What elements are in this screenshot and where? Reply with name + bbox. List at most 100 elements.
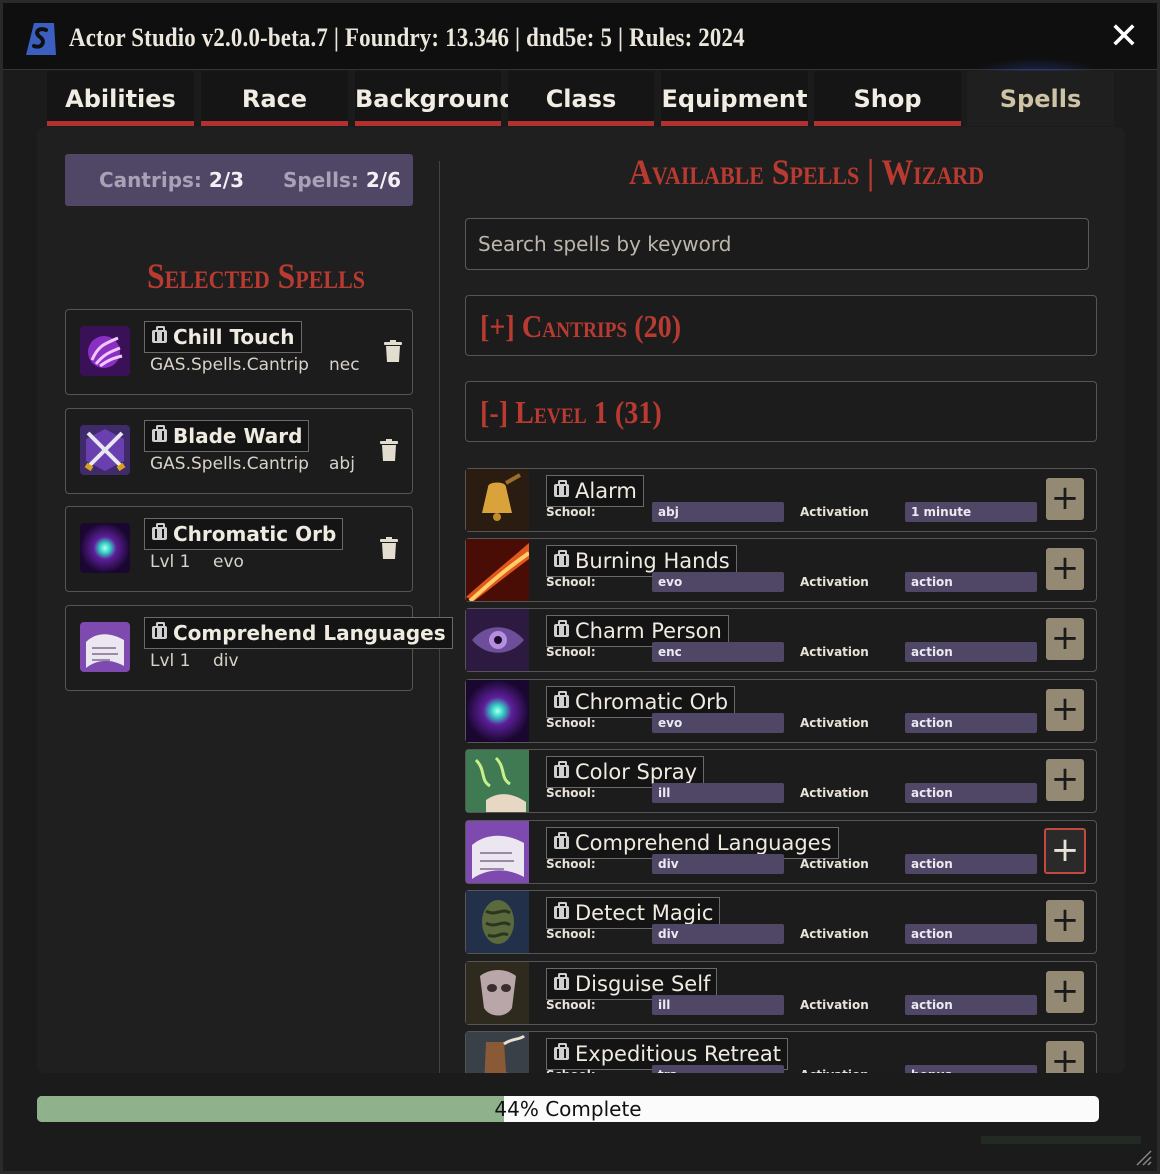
flame-icon (466, 539, 529, 601)
actor-studio-window: Actor Studio v2.0.0-beta.7 | Foundry: 13… (0, 0, 1160, 1174)
school-label: School: (546, 505, 596, 519)
trash-icon[interactable] (380, 537, 398, 559)
add-spell-button[interactable]: + (1046, 759, 1084, 801)
selected-spell-level: Lvl 1 (150, 552, 191, 572)
selected-spell-name: Chill Touch (144, 321, 302, 353)
tab-equipment[interactable]: Equipment (661, 71, 808, 126)
school-label: School: (546, 786, 596, 800)
spell-row: Burning Hands School: evo Activation act… (465, 538, 1097, 602)
selected-spell-level: Lvl 1 (150, 651, 191, 671)
backpack-icon (554, 902, 569, 919)
close-icon[interactable]: ✕ (1108, 19, 1140, 55)
tab-shop[interactable]: Shop (814, 71, 961, 126)
selected-spells-title: Selected Spells (147, 256, 366, 296)
spell-name: Alarm (546, 475, 644, 507)
activation-value: action (905, 572, 1037, 592)
school-value: abj (652, 502, 784, 522)
cantrips-count: 2/3 (208, 168, 245, 192)
school-label: School: (546, 857, 596, 871)
school-value: ill (652, 783, 784, 803)
spell-row: Detect Magic School: div Activation acti… (465, 890, 1097, 954)
level1-group-toggle[interactable]: [-] Level 1 (31) (465, 381, 1097, 442)
spell-row: Expeditious Retreat School: tra Activati… (465, 1031, 1097, 1073)
spell-counter: Cantrips: 2/3 Spells: 2/6 (65, 154, 413, 206)
add-spell-button[interactable]: + (1046, 478, 1084, 520)
activation-value: action (905, 783, 1037, 803)
rune-stone-icon (466, 891, 529, 953)
activation-value: bonus (905, 1065, 1037, 1073)
add-spell-button[interactable]: + (1046, 548, 1084, 590)
mask-icon (466, 962, 529, 1024)
selected-spell-name: Chromatic Orb (144, 518, 344, 550)
activation-label: Activation (800, 927, 869, 941)
backpack-icon (554, 832, 569, 849)
orb-icon (466, 680, 529, 742)
activation-label: Activation (800, 786, 869, 800)
activation-value: action (905, 854, 1037, 874)
tab-abilities[interactable]: Abilities (47, 71, 194, 126)
activation-value: action (905, 642, 1037, 662)
backpack-icon (554, 691, 569, 708)
selected-spell-card: Blade Ward GAS.Spells.Cantrip abj (65, 408, 413, 494)
activation-label: Activation (800, 716, 869, 730)
activation-value: action (905, 995, 1037, 1015)
spells-label: Spells: (282, 168, 359, 192)
activation-value: action (905, 713, 1037, 733)
progress-label: 44% Complete (494, 1097, 642, 1121)
selected-spell-school: abj (329, 454, 355, 474)
selected-spell-school: evo (213, 552, 244, 572)
school-value: div (652, 924, 784, 944)
backpack-icon (554, 973, 569, 990)
backpack-icon (554, 620, 569, 637)
add-spell-button[interactable]: + (1046, 900, 1084, 942)
spell-row: Alarm School: abj Activation 1 minute + (465, 468, 1097, 532)
activation-label: Activation (800, 645, 869, 659)
school-label: School: (546, 645, 596, 659)
school-value: tra (652, 1065, 784, 1073)
school-label: School: (546, 927, 596, 941)
trash-icon[interactable] (384, 340, 402, 362)
tab-class[interactable]: Class (508, 71, 654, 126)
bell-icon (466, 469, 529, 531)
school-label: School: (546, 998, 596, 1012)
selected-spell-card: Chromatic Orb Lvl 1 evo (65, 506, 413, 592)
spray-icon (466, 750, 529, 812)
add-spell-button[interactable]: + (1046, 1041, 1084, 1073)
cantrips-group-toggle[interactable]: [+] Cantrips (20) (465, 295, 1097, 356)
selected-spell-school: nec (329, 355, 360, 375)
tab-race[interactable]: Race (201, 71, 348, 126)
school-label: School: (546, 575, 596, 589)
school-value: enc (652, 642, 784, 662)
backpack-icon (554, 761, 569, 778)
level1-group-label: [-] Level 1 (31) (480, 394, 662, 430)
selected-spell-name: Comprehend Languages (144, 617, 453, 649)
spell-row: Color Spray School: ill Activation actio… (465, 749, 1097, 813)
comprehend-languages-icon (80, 622, 130, 672)
selected-spell-card: Chill Touch GAS.Spells.Cantrip nec (65, 309, 413, 395)
add-spell-button[interactable]: + (1046, 618, 1084, 660)
selected-spell-card: Comprehend Languages Lvl 1 div (65, 605, 453, 691)
backpack-icon (152, 425, 167, 442)
spell-row: Charm Person School: enc Activation acti… (465, 608, 1097, 672)
school-value: evo (652, 572, 784, 592)
available-spells-title: Available Spells | Wizard (629, 152, 985, 192)
progress-bar: 44% Complete (37, 1096, 1099, 1122)
spell-row: Comprehend Languages School: div Activat… (465, 820, 1097, 884)
add-spell-button[interactable]: + (1046, 689, 1084, 731)
app-logo-icon (26, 23, 56, 55)
tab-background[interactable]: Background (355, 71, 517, 126)
chill-touch-icon (80, 326, 130, 376)
selected-spell-level: GAS.Spells.Cantrip (150, 454, 309, 474)
school-label: School: (546, 716, 596, 730)
spell-search-input[interactable] (465, 218, 1089, 270)
eye-icon (466, 609, 529, 671)
activation-label: Activation (800, 575, 869, 589)
add-spell-button[interactable]: + (1044, 828, 1086, 874)
backpack-icon (554, 550, 569, 567)
resize-handle-icon[interactable] (1133, 1147, 1153, 1167)
trash-icon[interactable] (380, 439, 398, 461)
tab-spells[interactable]: Spells (967, 71, 1114, 126)
add-spell-button[interactable]: + (1046, 971, 1084, 1013)
backpack-icon (152, 326, 167, 343)
spell-row: Disguise Self School: ill Activation act… (465, 961, 1097, 1025)
